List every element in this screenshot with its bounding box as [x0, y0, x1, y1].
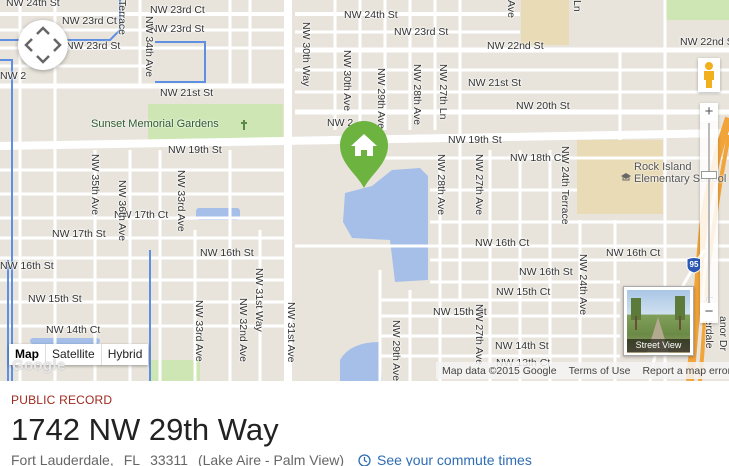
street-label: NW 27th Ln [437, 64, 449, 120]
street-label: NW 19th St [448, 134, 502, 146]
street-label: NW 23rd Ct [62, 15, 117, 27]
property-address: 1742 NW 29th Way [11, 412, 279, 447]
street-view-thumbnail[interactable]: Street View [623, 286, 694, 356]
street-label: NW 27th Ave [473, 154, 485, 216]
school-label-line1: Rock Island [634, 161, 692, 173]
street-label: NW 35th Ave [89, 154, 101, 216]
street-label: NW 36th Ave [116, 180, 128, 242]
street-label: NW 16th St [200, 247, 254, 259]
zoom-track[interactable] [708, 123, 710, 303]
cemetery-label: Sunset Memorial Gardens [91, 118, 219, 130]
street-label: NW 17th St [52, 228, 106, 240]
street-label: NW 34th Ave [143, 16, 155, 78]
terms-of-use-link[interactable]: Terms of Use [563, 365, 637, 377]
street-label: NW 21st St [468, 77, 522, 89]
clock-icon [358, 453, 371, 466]
street-label: NW 23rd St [150, 23, 205, 35]
zoom-slider-thumb[interactable] [701, 171, 717, 179]
street-label: NW 23rd Ct [150, 4, 205, 16]
street-label: NW 30th Way [300, 22, 312, 87]
zoom-out-button[interactable]: − [700, 303, 718, 321]
street-label: Ave [505, 0, 517, 18]
map-type-hybrid-button[interactable]: Hybrid [102, 344, 149, 365]
street-label: NW 19th St [168, 144, 222, 156]
city: Fort Lauderdale, [11, 452, 114, 466]
park-area-top [666, 0, 729, 20]
cemetery-icon [239, 118, 249, 130]
report-map-error-link[interactable]: Report a map error [636, 365, 729, 377]
street-label: NW 14th St [495, 340, 549, 352]
street-label: NW 31st Ave [285, 302, 297, 363]
commute-times-link[interactable]: See your commute times [358, 452, 532, 466]
street-label: NW 28th Ave [435, 154, 447, 216]
street-label: NW 33rd Ave [193, 300, 205, 362]
street-label: anor Dr [717, 316, 729, 352]
house-marker-icon [340, 121, 388, 188]
street-view-caption: Street View [627, 339, 690, 352]
school-icon [620, 169, 632, 181]
pan-control[interactable] [18, 20, 68, 70]
street-label: NW 15th Ct [496, 286, 551, 298]
pond-south [340, 342, 382, 381]
street-label: NW 23rd St [394, 26, 449, 38]
map[interactable]: NW 24th St NW 23rd Ct NW 23rd Ct NW 23rd… [0, 0, 729, 381]
street-label: NW 24th Ave [577, 254, 589, 316]
street-label: NW 20th St [516, 100, 570, 112]
listing-info: PUBLIC RECORD 1742 NW 29th Way Fort Laud… [0, 381, 729, 466]
street-label: NW 24th St [6, 0, 60, 9]
google-logo[interactable]: Google [12, 357, 65, 374]
pan-arrows-icon [24, 26, 62, 64]
street-label: NW 16th St [0, 260, 54, 272]
property-marker[interactable] [338, 118, 390, 190]
street-label: NW 16th Ct [475, 237, 530, 249]
street-label: Terrace [116, 0, 128, 36]
neighborhood: (Lake Aire - Palm View) [197, 452, 344, 466]
street-label: NW 32nd Ave [237, 298, 249, 363]
state: FL [123, 452, 141, 466]
public-record-label: PUBLIC RECORD [11, 393, 113, 407]
street-label: NW 14th Ct [46, 324, 101, 336]
street-label: NW 22nd St [487, 40, 544, 52]
zoom-control[interactable]: + − [700, 103, 718, 323]
street-label: NW 22nd St [680, 36, 729, 48]
park-area-bottom [150, 360, 200, 381]
map-data-credit: Map data ©2015 Google [442, 364, 557, 377]
map-attribution: Map data ©2015 Google Terms of Use Repor… [436, 362, 729, 379]
street-label: NW 33rd Ave [175, 170, 187, 232]
street-label: NW 24th St [344, 9, 398, 21]
street-label: NW 28th Ave [411, 64, 423, 126]
street-label: NW 21st St [160, 87, 214, 99]
pegman-icon [704, 62, 714, 88]
map-canvas[interactable] [0, 0, 729, 381]
street-label: NW 30th Ave [341, 50, 353, 112]
street-view-pegman-button[interactable] [698, 58, 720, 92]
street-label: NW 16th St [519, 266, 573, 278]
street-label: NW 18th Ct [510, 152, 565, 164]
school-area-top [521, 0, 569, 45]
commute-times-label[interactable]: See your commute times [377, 452, 532, 466]
street-label: NW 23rd St [66, 40, 121, 52]
street-label: NW 31st Way [253, 268, 265, 332]
street-label: NW 27th Ave [473, 304, 485, 366]
street-label: NW 2 [0, 70, 27, 82]
street-label: Ln [571, 0, 583, 12]
street-label: NW 24th Terrace [559, 146, 571, 225]
property-locality: Fort Lauderdale, FL 33311 (Lake Aire - P… [11, 452, 532, 466]
street-label: NW 15th St [28, 293, 82, 305]
street-label: NW 16th Ct [606, 247, 661, 259]
zoom-in-button[interactable]: + [700, 103, 718, 121]
street-label: NW 29th Ave [390, 320, 402, 381]
zip-code: 33311 [150, 452, 188, 466]
